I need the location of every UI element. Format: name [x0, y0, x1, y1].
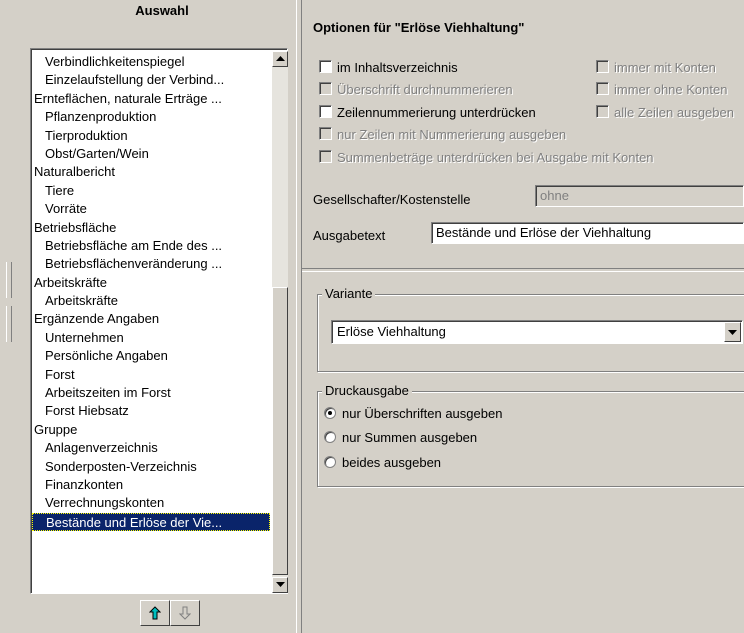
- checkbox-im-inhaltsverzeichnis[interactable]: im Inhaltsverzeichnis: [319, 59, 458, 77]
- checkbox-label: Überschrift durchnummerieren: [337, 82, 513, 97]
- list-item[interactable]: Finanzkonten: [32, 476, 270, 494]
- selection-header: Auswahl: [135, 3, 189, 18]
- scroll-thumb[interactable]: [272, 287, 288, 575]
- radio-label: nur Überschriften ausgeben: [342, 406, 503, 421]
- list-item[interactable]: Obst/Garten/Wein: [32, 145, 270, 163]
- checkbox-summenbetraege-unterdruecken[interactable]: Summenbeträge unterdrücken bei Ausgabe m…: [319, 149, 654, 167]
- list-item[interactable]: Forst Hiebsatz: [32, 402, 270, 420]
- checkbox-zeilennummerierung-unterdruecken[interactable]: Zeilennummerierung unterdrücken: [319, 104, 536, 122]
- radio-label: beides ausgeben: [342, 455, 442, 470]
- variante-select[interactable]: Erlöse Viehhaltung: [331, 320, 743, 344]
- checkbox-box[interactable]: [319, 105, 332, 118]
- scroll-down-icon: [276, 582, 285, 587]
- checkbox-immer-mit-konten[interactable]: immer mit Konten: [596, 59, 716, 77]
- list-item-selected[interactable]: Bestände und Erlöse der Vie...: [32, 512, 270, 532]
- radio-button[interactable]: [324, 431, 336, 443]
- list-item[interactable]: Ergänzende Angaben: [32, 310, 270, 328]
- list-item[interactable]: Vorräte: [32, 200, 270, 218]
- radio-beides[interactable]: beides ausgeben: [324, 454, 441, 472]
- checkbox-box[interactable]: [596, 105, 609, 118]
- checkbox-label: im Inhaltsverzeichnis: [337, 60, 458, 75]
- list-item[interactable]: Arbeitskräfte: [32, 292, 270, 310]
- list-item[interactable]: Betriebsfläche: [32, 219, 270, 237]
- checkbox-box[interactable]: [319, 60, 332, 73]
- list-item[interactable]: Anlagenverzeichnis: [32, 439, 270, 457]
- checkbox-box[interactable]: [319, 127, 332, 140]
- vertical-scrollbar[interactable]: [272, 51, 288, 593]
- list-item[interactable]: Gruppe: [32, 421, 270, 439]
- chevron-down-icon: [728, 330, 737, 335]
- scroll-up-icon: [276, 56, 285, 61]
- move-down-button[interactable]: [170, 600, 200, 626]
- list-items: Verbindlichkeitenspiegel Einzelaufstellu…: [32, 53, 270, 532]
- list-item[interactable]: Betriebsflächenveränderung ...: [32, 255, 270, 273]
- checkbox-label: alle Zeilen ausgeben: [614, 105, 734, 120]
- druckausgabe-group-title: Druckausgabe: [322, 383, 412, 398]
- list-item[interactable]: Arbeitskräfte: [32, 274, 270, 292]
- checkbox-box[interactable]: [596, 60, 609, 73]
- checkbox-nur-zeilen-mit-nummerierung[interactable]: nur Zeilen mit Nummerierung ausgeben: [319, 126, 566, 144]
- collapse-handle[interactable]: [6, 262, 12, 298]
- list-item[interactable]: Tierproduktion: [32, 127, 270, 145]
- checkbox-immer-ohne-konten[interactable]: immer ohne Konten: [596, 81, 727, 99]
- selection-listbox[interactable]: Verbindlichkeitenspiegel Einzelaufstellu…: [30, 48, 288, 594]
- options-title: Optionen für "Erlöse Viehhaltung": [313, 20, 525, 35]
- list-item[interactable]: Betriebsfläche am Ende des ...: [32, 237, 270, 255]
- list-item[interactable]: Verrechnungskonten: [32, 494, 270, 512]
- radio-button[interactable]: [324, 407, 336, 419]
- ausgabetext-input[interactable]: Bestände und Erlöse der Viehhaltung: [431, 222, 744, 244]
- list-item[interactable]: Einzelaufstellung der Verbind...: [32, 71, 270, 89]
- arrow-up-icon: [149, 606, 161, 620]
- selection-panel: Auswahl Verbindlichkeitenspiegel Einzela…: [0, 0, 296, 633]
- list-item[interactable]: Naturalbericht: [32, 163, 270, 181]
- move-up-button[interactable]: [140, 600, 170, 626]
- list-item[interactable]: Persönliche Angaben: [32, 347, 270, 365]
- variante-group-title: Variante: [322, 286, 376, 301]
- checkbox-ueberschrift-durchnummerieren[interactable]: Überschrift durchnummerieren: [319, 81, 513, 99]
- checkbox-box[interactable]: [319, 150, 332, 163]
- checkbox-label: immer mit Konten: [614, 60, 716, 75]
- list-item[interactable]: Tiere: [32, 182, 270, 200]
- radio-nur-summen[interactable]: nur Summen ausgeben: [324, 429, 477, 447]
- list-item[interactable]: Ernteflächen, naturale Erträge ...: [32, 90, 270, 108]
- checkbox-label: immer ohne Konten: [614, 82, 728, 97]
- list-item[interactable]: Pflanzenproduktion: [32, 108, 270, 126]
- arrow-down-icon: [179, 606, 191, 620]
- radio-nur-ueberschriften[interactable]: nur Überschriften ausgeben: [324, 405, 502, 423]
- gesellschafter-label: Gesellschafter/Kostenstelle: [313, 192, 471, 207]
- radio-button[interactable]: [324, 456, 336, 468]
- list-item[interactable]: Verbindlichkeitenspiegel: [32, 53, 270, 71]
- separator: [302, 268, 744, 272]
- options-panel: Optionen für "Erlöse Viehhaltung" im Inh…: [302, 0, 744, 633]
- checkbox-alle-zeilen-ausgeben[interactable]: alle Zeilen ausgeben: [596, 104, 734, 122]
- variante-dropdown-button[interactable]: [724, 322, 741, 342]
- list-item[interactable]: Unternehmen: [32, 329, 270, 347]
- checkbox-label: Zeilennummerierung unterdrücken: [337, 105, 536, 120]
- list-item[interactable]: Arbeitszeiten im Forst: [32, 384, 270, 402]
- checkbox-box[interactable]: [319, 82, 332, 95]
- list-item[interactable]: Sonderposten-Verzeichnis: [32, 458, 270, 476]
- scroll-down-button[interactable]: [272, 577, 288, 593]
- collapse-handle[interactable]: [6, 306, 12, 342]
- ausgabetext-label: Ausgabetext: [313, 228, 386, 243]
- gesellschafter-input[interactable]: ohne: [535, 185, 744, 207]
- variante-select-value: Erlöse Viehhaltung: [337, 324, 446, 339]
- scroll-up-button[interactable]: [272, 51, 288, 67]
- radio-label: nur Summen ausgeben: [342, 430, 478, 445]
- list-item[interactable]: Forst: [32, 366, 270, 384]
- checkbox-label: nur Zeilen mit Nummerierung ausgeben: [337, 127, 567, 142]
- checkbox-label: Summenbeträge unterdrücken bei Ausgabe m…: [337, 150, 654, 165]
- checkbox-box[interactable]: [596, 82, 609, 95]
